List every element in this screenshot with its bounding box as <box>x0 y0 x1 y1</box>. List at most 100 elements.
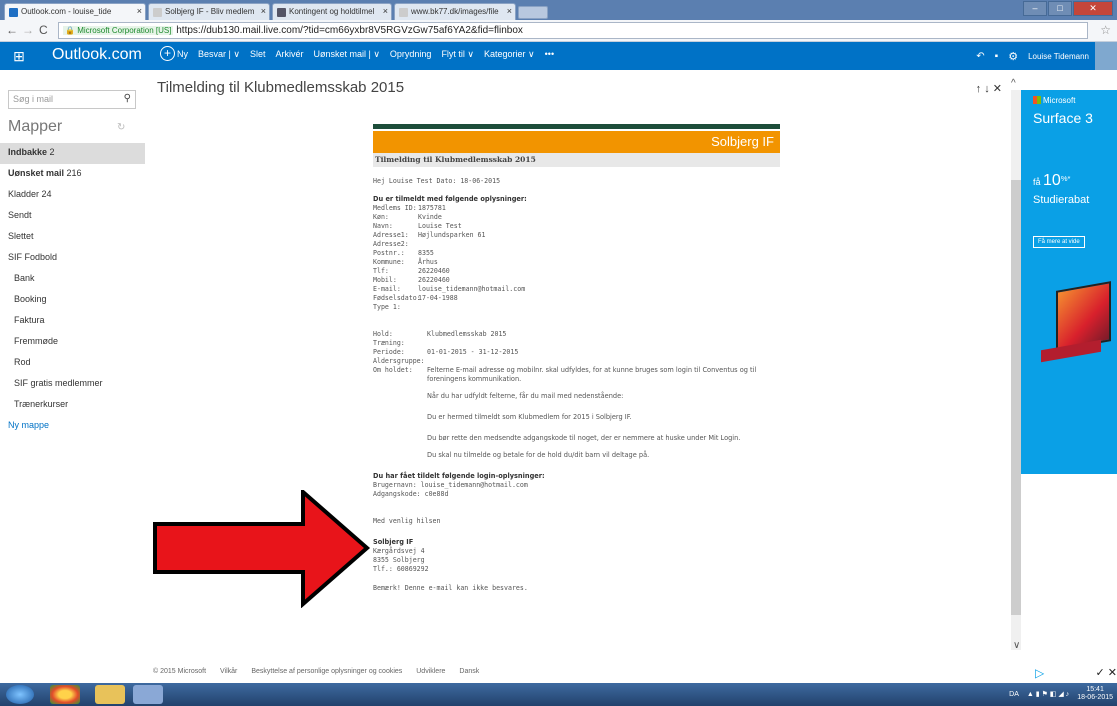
settings-gear-icon[interactable]: ⚙ <box>1008 50 1018 63</box>
new-tab-button[interactable] <box>518 6 548 19</box>
reload-icon[interactable]: C <box>39 23 48 37</box>
tray-icons[interactable]: ▲ ▮ ⚑ ◧ ◢ ♪ <box>1027 690 1069 698</box>
sidebar-item-drafts[interactable]: Kladder 24 <box>0 185 145 206</box>
brand-title[interactable]: Outlook.com <box>52 46 142 64</box>
app-launcher-icon[interactable]: ⊞ <box>10 47 28 65</box>
footer-link-privacy[interactable]: Beskyttelse af personlige oplysninger og… <box>251 668 402 675</box>
system-tray: DA ▲ ▮ ⚑ ◧ ◢ ♪ 15:41 18-06-2015 <box>1009 686 1113 702</box>
app-icon[interactable] <box>133 685 163 704</box>
delete-button[interactable]: Slet <box>250 49 266 61</box>
sidebar-item-sif-gratis[interactable]: SIF gratis medlemmer <box>0 374 145 395</box>
sidebar-item-fremmode[interactable]: Fremmøde <box>0 332 145 353</box>
field-row: Periode: 01-01-2015 - 31-12-2015 <box>373 348 519 356</box>
move-to-button[interactable]: Flyt til ∨ <box>441 49 474 61</box>
forward-icon[interactable]: → <box>22 23 34 37</box>
footer-right: ▷ ✓ ✕ <box>1035 666 1117 682</box>
tab-kontingent[interactable]: Kontingent og holdtilmel × <box>272 3 392 20</box>
tab-outlook[interactable]: Outlook.com - louise_tide × <box>4 3 146 20</box>
scrollbar[interactable] <box>1011 90 1021 650</box>
maximize-button[interactable]: □ <box>1048 1 1072 16</box>
plus-icon: + <box>160 46 175 61</box>
close-window-button[interactable]: ✕ <box>1073 1 1113 16</box>
footer-link-language[interactable]: Dansk <box>459 668 479 675</box>
folders-heading: Mapper <box>8 118 63 135</box>
page-icon <box>277 8 286 17</box>
scroll-up-icon[interactable]: ^ <box>1011 78 1016 89</box>
sidebar-item-rod[interactable]: Rod <box>0 353 145 374</box>
sidebar-item-booking[interactable]: Booking <box>0 290 145 311</box>
field-row: Adresse2: <box>373 240 409 248</box>
play-icon[interactable]: ▷ <box>1035 666 1044 682</box>
login-username: Brugernavn: louise_tidemann@hotmail.com <box>373 481 528 489</box>
field-row: Om holdet: Felterne E-mail adresse og mob… <box>373 366 757 383</box>
command-bar: + Ny Besvar | ∨ Slet Arkivér Uønsket mail… <box>160 46 554 61</box>
windows-taskbar: DA ▲ ▮ ⚑ ◧ ◢ ♪ 15:41 18-06-2015 <box>0 683 1117 706</box>
chat-icon[interactable]: ▪ <box>995 51 999 62</box>
field-row: Køn: Kvinde <box>373 213 442 221</box>
undo-icon[interactable]: ↶ <box>976 51 984 62</box>
user-name[interactable]: Louise Tidemann <box>1028 52 1089 61</box>
ssl-badge[interactable]: 🔒 Microsoft Corporation [US] <box>63 26 174 35</box>
field-row: Fødselsdato: 17-04-1988 <box>373 294 458 302</box>
email-body: Hej Louise Test Dato: 18-06-2015 Du er t… <box>373 167 780 593</box>
scroll-down-icon[interactable]: ∨ <box>1013 640 1020 651</box>
page-icon <box>153 8 162 17</box>
field-row: Træning: <box>373 339 405 347</box>
ad-spacer <box>1021 474 1117 650</box>
new-button[interactable]: + Ny <box>160 46 188 61</box>
advertisement[interactable]: Microsoft Surface 3 få 10%* Studierabat … <box>1021 90 1117 474</box>
registered-heading: Du er tilmeldt med følgende oplysninger: <box>373 195 527 203</box>
folder-sidebar: Søg i mail ⚲ Mapper ↻ Indbakke 2 Uønsket… <box>0 70 145 664</box>
close-tab-icon[interactable]: × <box>383 6 388 16</box>
url-input[interactable]: 🔒 Microsoft Corporation [US] https://dub… <box>58 22 1088 39</box>
avatar[interactable] <box>1095 42 1117 70</box>
archive-button[interactable]: Arkivér <box>275 49 303 61</box>
sidebar-item-inbox[interactable]: Indbakke 2 <box>0 143 145 164</box>
previous-message-icon[interactable]: ↑ <box>976 83 982 95</box>
arrow-shape <box>153 490 371 608</box>
minimize-button[interactable]: – <box>1023 1 1047 16</box>
next-message-icon[interactable]: ↓ <box>984 83 990 95</box>
search-input[interactable]: Søg i mail ⚲ <box>8 90 136 109</box>
tab-solbjerg[interactable]: Solbjerg IF - Bliv medlem × <box>148 3 270 20</box>
sidebar-item-bank[interactable]: Bank <box>0 269 145 290</box>
ad-cta-button[interactable]: Få mere at vide <box>1033 236 1085 248</box>
language-indicator[interactable]: DA <box>1009 691 1019 698</box>
sidebar-item-traenerkurser[interactable]: Trænerkurser <box>0 395 145 416</box>
folder-list: Indbakke 2 Uønsket mail 216 Kladder 24 S… <box>0 143 145 437</box>
clock[interactable]: 15:41 18-06-2015 <box>1077 686 1113 702</box>
sidebar-item-faktura[interactable]: Faktura <box>0 311 145 332</box>
sidebar-item-sent[interactable]: Sendt <box>0 206 145 227</box>
junk-button[interactable]: Uønsket mail | ∨ <box>313 49 379 61</box>
start-button[interactable] <box>6 685 34 704</box>
page-icon <box>399 8 408 17</box>
close-tab-icon[interactable]: × <box>261 6 266 16</box>
ad-discount-label: Studierabat <box>1033 194 1090 206</box>
scrollbar-thumb[interactable] <box>1011 180 1021 615</box>
close-tab-icon[interactable]: × <box>137 6 142 16</box>
back-icon[interactable]: ← <box>6 23 18 37</box>
field-row: Medlems ID: 1875781 <box>373 204 446 212</box>
bookmark-star-icon[interactable]: ☆ <box>1100 23 1111 37</box>
tab-bk77[interactable]: www.bk77.dk/images/file × <box>394 3 516 20</box>
close-tab-icon[interactable]: × <box>507 6 512 16</box>
sidebar-item-junk[interactable]: Uønsket mail 216 <box>0 164 145 185</box>
footer-link-terms[interactable]: Vilkår <box>220 668 237 675</box>
refresh-icon[interactable]: ↻ <box>117 122 125 133</box>
checkmark-icon[interactable]: ✓ ✕ <box>1096 666 1117 682</box>
search-icon[interactable]: ⚲ <box>124 93 131 104</box>
sidebar-item-sif-fodbold[interactable]: SIF Fodbold <box>0 248 145 269</box>
reply-button[interactable]: Besvar | ∨ <box>198 49 240 61</box>
sidebar-item-deleted[interactable]: Slettet <box>0 227 145 248</box>
login-heading: Du har fået tildelt følgende login-oplys… <box>373 472 545 480</box>
chrome-icon[interactable] <box>50 685 80 704</box>
footer-link-developers[interactable]: Udviklere <box>416 668 445 675</box>
close-message-icon[interactable]: ✕ <box>993 83 1002 95</box>
more-button[interactable]: ••• <box>545 49 554 61</box>
sweep-button[interactable]: Oprydning <box>390 49 432 61</box>
greeting: Hej Louise Test Dato: 18-06-2015 <box>373 177 501 185</box>
field-row: Type 1: <box>373 303 401 311</box>
new-folder-link[interactable]: Ny mappe <box>0 416 145 437</box>
explorer-icon[interactable] <box>95 685 125 704</box>
categories-button[interactable]: Kategorier ∨ <box>484 49 535 61</box>
